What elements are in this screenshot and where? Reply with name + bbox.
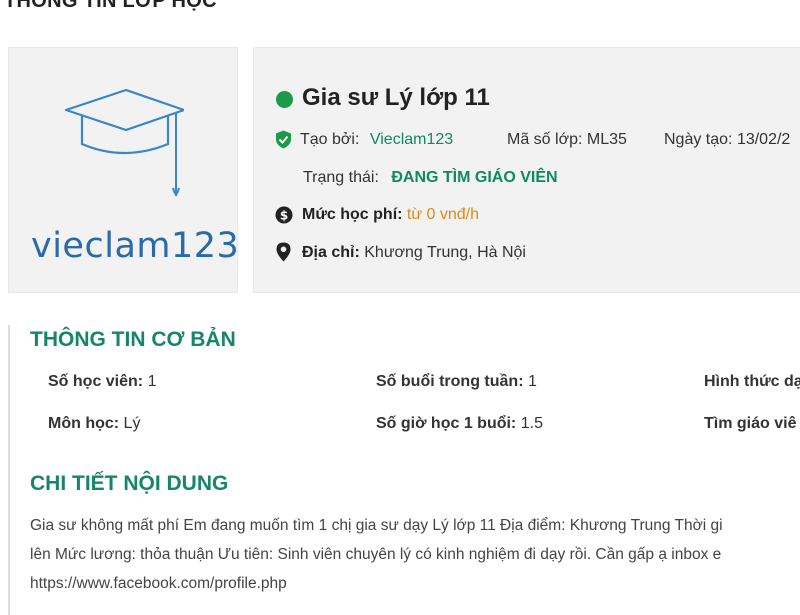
section-divider bbox=[8, 325, 10, 615]
status-value: ĐANG TÌM GIÁO VIÊN bbox=[391, 169, 558, 186]
hours-value: 1.5 bbox=[520, 415, 543, 432]
find-teacher-label: Tìm giáo viê bbox=[704, 415, 797, 432]
subject-label: Môn học: bbox=[48, 415, 120, 432]
hours-label: Số giờ học 1 buổi: bbox=[376, 415, 517, 432]
created-by-link[interactable]: Vieclam123 bbox=[370, 131, 453, 148]
svg-text:$: $ bbox=[280, 209, 288, 223]
detail-title: CHI TIẾT NỘI DUNG bbox=[30, 472, 229, 495]
class-code-label: Mã số lớp: bbox=[507, 131, 583, 148]
fee-value: từ 0 vnđ/h bbox=[406, 206, 480, 223]
status-dot-icon bbox=[276, 91, 293, 108]
graduation-cap-icon bbox=[64, 88, 184, 196]
created-date-value: 13/02/2 bbox=[736, 131, 791, 148]
status-label: Trạng thái: bbox=[303, 169, 379, 186]
students-value: 1 bbox=[147, 373, 157, 390]
fee-label: Mức học phí: bbox=[302, 206, 403, 223]
logo-card: vieclam123 bbox=[8, 47, 240, 293]
subject-value: Lý bbox=[123, 415, 141, 432]
basic-info-title: THÔNG TIN CƠ BẢN bbox=[30, 328, 236, 351]
map-pin-icon bbox=[276, 242, 291, 262]
dollar-coin-icon: $ bbox=[275, 206, 293, 224]
class-title: Gia sư Lý lớp 11 bbox=[302, 84, 490, 111]
page-heading: THÔNG TIN LỚP HỌC bbox=[4, 0, 217, 12]
created-by-label: Tạo bởi: bbox=[300, 131, 360, 148]
detail-line-2: lên Mức lương: thỏa thuận Ưu tiên: Sinh … bbox=[30, 546, 722, 563]
address-label: Địa chỉ: bbox=[302, 244, 360, 261]
detail-link[interactable]: https://www.facebook.com/profile.php bbox=[30, 575, 287, 593]
class-code-value: ML35 bbox=[586, 131, 627, 148]
created-date-label: Ngày tạo: bbox=[664, 131, 733, 148]
sessions-label: Số buổi trong tuần: bbox=[376, 373, 524, 390]
detail-line-1: Gia sư không mất phí Em đang muốn tìm 1 … bbox=[30, 517, 723, 534]
sessions-value: 1 bbox=[527, 373, 537, 390]
shield-check-icon bbox=[276, 130, 291, 149]
students-label: Số học viên: bbox=[48, 373, 144, 390]
format-label: Hình thức dạ bbox=[704, 373, 800, 390]
address-value: Khương Trung, Hà Nội bbox=[364, 244, 526, 261]
logo-text: vieclam123 bbox=[31, 226, 240, 266]
